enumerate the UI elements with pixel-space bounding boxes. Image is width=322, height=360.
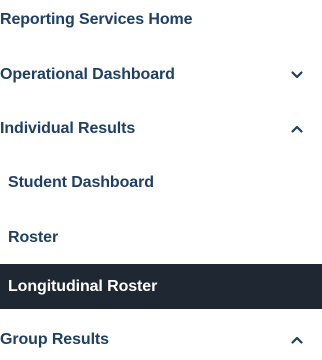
chevron-up-icon[interactable]	[290, 333, 304, 347]
nav-item-operational-dashboard[interactable]: Operational Dashboard	[0, 55, 322, 95]
chevron-up-icon[interactable]	[290, 122, 304, 136]
nav-item-group-results[interactable]: Group Results	[0, 320, 322, 360]
nav-item-label: Group Results	[0, 331, 109, 348]
nav-item-student-dashboard[interactable]: Student Dashboard	[0, 163, 322, 203]
nav-item-label: Operational Dashboard	[0, 66, 175, 83]
nav-item-reporting-services-home[interactable]: Reporting Services Home	[0, 0, 322, 40]
nav-item-label: Reporting Services Home	[0, 11, 193, 28]
nav-item-longitudinal-roster[interactable]: Longitudinal Roster	[0, 264, 322, 309]
nav-item-individual-results[interactable]: Individual Results	[0, 109, 322, 149]
nav-item-roster[interactable]: Roster	[0, 218, 322, 258]
reporting-sidebar-nav: Reporting Services Home Operational Dash…	[0, 0, 322, 360]
nav-item-label: Individual Results	[0, 120, 136, 137]
chevron-down-icon[interactable]	[290, 68, 304, 82]
nav-item-label: Longitudinal Roster	[8, 277, 158, 295]
nav-item-label: Student Dashboard	[8, 174, 154, 191]
nav-item-label: Roster	[8, 229, 59, 246]
